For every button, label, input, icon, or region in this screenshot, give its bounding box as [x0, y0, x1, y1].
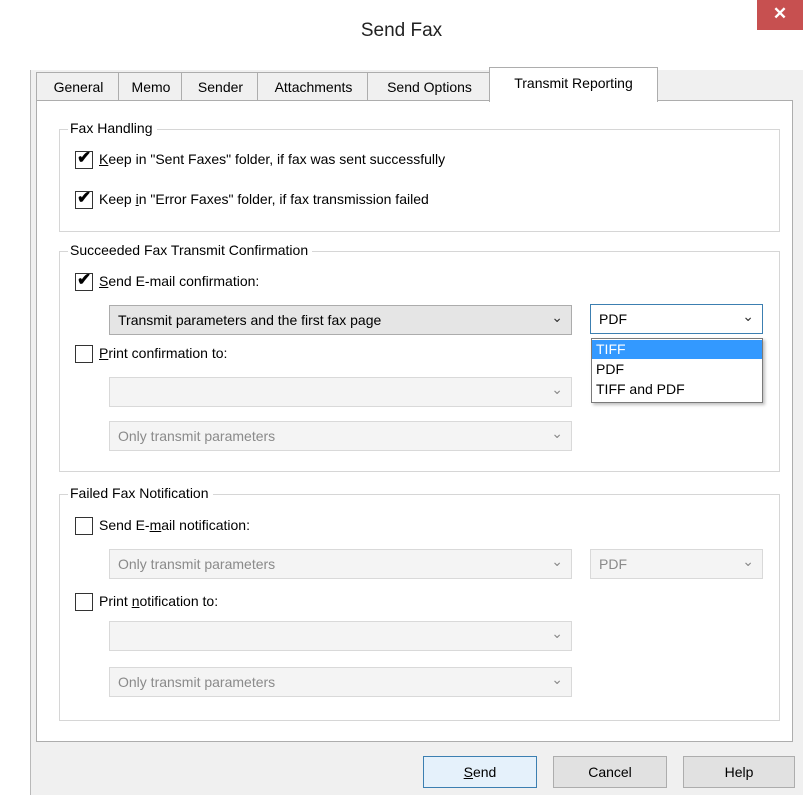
tab-attachments[interactable]: Attachments [257, 72, 370, 101]
notification-format-value: PDF [599, 556, 627, 572]
group-succeeded-title: Succeeded Fax Transmit Confirmation [68, 242, 313, 258]
chevron-down-icon: ⌄ [551, 425, 563, 441]
cancel-button[interactable]: Cancel [553, 756, 667, 788]
window-title: Send Fax [360, 20, 443, 41]
confirmation-printer-select[interactable]: ⌄ [109, 377, 572, 407]
group-fax-handling [59, 129, 780, 232]
format-option-pdf[interactable]: PDF [592, 360, 762, 379]
print-notification-label[interactable]: Print notification to: [99, 593, 218, 609]
tab-transmit-reporting[interactable]: Transmit Reporting [489, 67, 658, 102]
chevron-down-icon: ⌄ [551, 309, 563, 325]
notification-content-value: Only transmit parameters [118, 556, 276, 572]
send-button[interactable]: Send [423, 756, 537, 788]
send-email-confirmation-label[interactable]: Send E-mail confirmation: [99, 273, 259, 289]
checkmark-icon: ✔ [77, 270, 92, 289]
keep-sent-checkbox[interactable]: ✔ [75, 148, 93, 169]
chevron-down-icon: ⌄ [742, 553, 754, 569]
confirmation-content-value: Transmit parameters and the first fax pa… [118, 312, 382, 328]
notification-format-select[interactable]: PDF ⌄ [590, 549, 763, 579]
send-email-notification-checkbox[interactable] [75, 517, 93, 535]
format-option-tiff-and-pdf[interactable]: TIFF and PDF [592, 380, 762, 399]
checkmark-icon: ✔ [77, 148, 92, 167]
format-option-tiff[interactable]: TIFF [592, 340, 762, 359]
confirmation-print-content-select[interactable]: Only transmit parameters ⌄ [109, 421, 572, 451]
tab-general[interactable]: General [36, 72, 121, 101]
tab-memo[interactable]: Memo [118, 72, 184, 101]
send-email-confirmation-checkbox[interactable]: ✔ [75, 270, 93, 291]
checkmark-icon: ✔ [77, 188, 92, 207]
notification-print-content-select[interactable]: Only transmit parameters ⌄ [109, 667, 572, 697]
keep-error-checkbox[interactable]: ✔ [75, 188, 93, 209]
chevron-down-icon: ⌄ [551, 671, 563, 687]
confirmation-format-value: PDF [599, 311, 627, 327]
keep-sent-label[interactable]: Keep in "Sent Faxes" folder, if fax was … [99, 151, 445, 167]
confirmation-content-select[interactable]: Transmit parameters and the first fax pa… [109, 305, 572, 335]
close-icon: ✕ [772, 4, 788, 23]
send-email-notification-label[interactable]: Send E-mail notification: [99, 517, 250, 533]
tab-sender[interactable]: Sender [181, 72, 260, 101]
help-button[interactable]: Help [683, 756, 795, 788]
print-notification-checkbox[interactable] [75, 593, 93, 611]
chevron-down-icon: ⌄ [551, 625, 563, 641]
confirmation-print-content-value: Only transmit parameters [118, 428, 276, 444]
keep-error-label[interactable]: Keep in "Error Faxes" folder, if fax tra… [99, 191, 429, 207]
notification-printer-select[interactable]: ⌄ [109, 621, 572, 651]
tab-send-options[interactable]: Send Options [367, 72, 492, 101]
group-fax-handling-title: Fax Handling [68, 120, 157, 136]
confirmation-format-select[interactable]: PDF ⌄ [590, 304, 763, 334]
chevron-down-icon: ⌄ [551, 553, 563, 569]
chevron-down-icon: ⌄ [742, 308, 754, 324]
print-confirmation-checkbox[interactable] [75, 345, 93, 363]
notification-print-content-value: Only transmit parameters [118, 674, 276, 690]
chevron-down-icon: ⌄ [551, 381, 563, 397]
notification-content-select[interactable]: Only transmit parameters ⌄ [109, 549, 572, 579]
format-dropdown-list: TIFF PDF TIFF and PDF [591, 338, 763, 403]
print-confirmation-label[interactable]: Print confirmation to: [99, 345, 227, 361]
close-button[interactable]: ✕ [757, 0, 803, 30]
group-failed-title: Failed Fax Notification [68, 485, 213, 501]
